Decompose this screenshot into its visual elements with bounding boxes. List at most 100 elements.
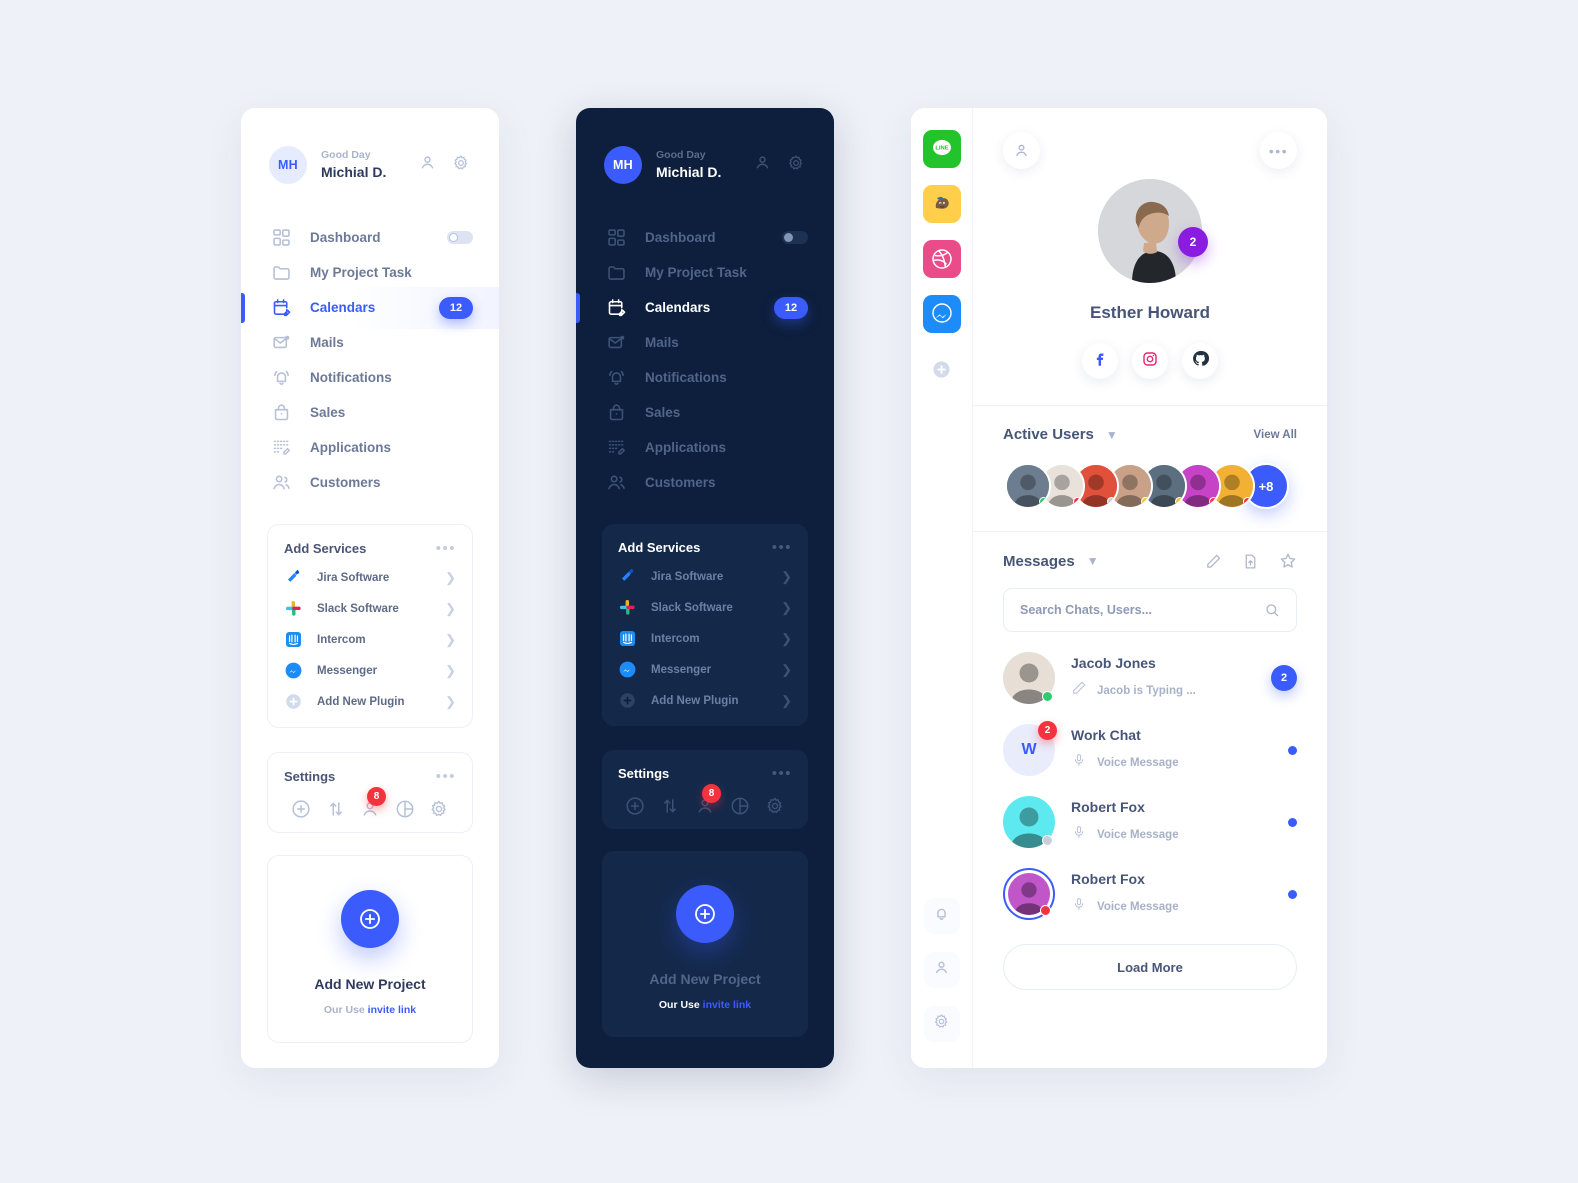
- dashboard-toggle[interactable]: [447, 231, 473, 244]
- rail-app-mailchimp[interactable]: [922, 185, 961, 223]
- settings-gear-icon[interactable]: [428, 798, 450, 820]
- chat-avatar[interactable]: [1003, 796, 1055, 848]
- nav-item-customers[interactable]: Customers: [267, 465, 473, 500]
- chat-list-item[interactable]: W 2 Work Chat Voice Message: [1003, 714, 1297, 786]
- rail-add-app-button[interactable]: [923, 350, 961, 388]
- social-instagram-button[interactable]: [1132, 343, 1168, 379]
- services-more-icon[interactable]: •••: [436, 541, 456, 556]
- nav-item-sales[interactable]: Sales: [267, 395, 473, 430]
- add-project-button[interactable]: [341, 890, 399, 948]
- service-label: Jira Software: [651, 570, 724, 583]
- nav-item-calendars[interactable]: Calendars12: [241, 286, 499, 329]
- apps-edit-icon: [606, 437, 627, 458]
- profile-more-button[interactable]: •••: [1260, 132, 1297, 169]
- bell-icon: [932, 904, 951, 928]
- account-icon[interactable]: [753, 153, 772, 177]
- service-item-jira-software[interactable]: Jira Software ❯: [284, 562, 456, 593]
- add-new-project-card[interactable]: Add New Project Our Use invite link: [267, 855, 473, 1043]
- service-item-intercom[interactable]: Intercom ❯: [284, 624, 456, 655]
- active-user-avatar[interactable]: [1005, 463, 1051, 509]
- rail-gear-button[interactable]: [923, 1006, 960, 1042]
- settings-gear-icon[interactable]: [786, 153, 806, 178]
- person-icon: [1016, 144, 1027, 157]
- status-dot: [1141, 497, 1150, 506]
- social-facebook-button[interactable]: [1082, 343, 1118, 379]
- search-icon[interactable]: [1264, 602, 1280, 618]
- service-item-add-new-plugin[interactable]: Add New Plugin ❯: [284, 686, 456, 717]
- nav-item-calendars[interactable]: Calendars12: [576, 290, 808, 325]
- messages-title: Messages: [1003, 552, 1075, 570]
- nav-item-applications[interactable]: Applications: [267, 430, 473, 465]
- nav-item-my-project-task[interactable]: My Project Task: [602, 255, 808, 290]
- settings-person-icon[interactable]: 8: [359, 787, 386, 820]
- chat-avatar[interactable]: W2: [1003, 721, 1057, 776]
- user-profile-row[interactable]: MH Good Day Michial D.: [602, 134, 808, 184]
- settings-person-icon[interactable]: 8: [694, 784, 721, 817]
- nav-item-mails[interactable]: Mails: [267, 325, 473, 360]
- nav-item-applications[interactable]: Applications: [602, 430, 808, 465]
- settings-more-icon[interactable]: •••: [436, 769, 456, 784]
- chat-avatar[interactable]: [1003, 868, 1055, 920]
- chat-avatar[interactable]: [1003, 652, 1055, 704]
- settings-gear-icon[interactable]: [451, 153, 471, 178]
- nav-item-my-project-task[interactable]: My Project Task: [267, 255, 473, 290]
- service-item-add-new-plugin[interactable]: Add New Plugin ❯: [618, 685, 792, 716]
- view-all-link[interactable]: View All: [1254, 429, 1297, 441]
- settings-gear-icon[interactable]: [764, 795, 786, 817]
- rail-person-button[interactable]: [923, 952, 960, 988]
- services-more-icon[interactable]: •••: [772, 540, 792, 555]
- search-chats-box[interactable]: [1003, 588, 1297, 632]
- service-item-slack-software[interactable]: Slack Software ❯: [284, 593, 456, 624]
- rail-app-dribbble[interactable]: [922, 240, 961, 278]
- account-icon[interactable]: [418, 153, 437, 177]
- chevron-right-icon: ❯: [781, 568, 792, 584]
- invite-link[interactable]: invite link: [703, 999, 751, 1011]
- chat-list-item[interactable]: Robert Fox Voice Message: [1003, 786, 1297, 858]
- rail-app-messenger[interactable]: [922, 295, 961, 333]
- settings-plus-circle-icon[interactable]: [624, 795, 646, 817]
- add-project-button[interactable]: [676, 885, 734, 943]
- nav-item-notifications[interactable]: Notifications: [267, 360, 473, 395]
- nav-list: Dashboard My Project Task Calendars 12 Mails…: [576, 220, 808, 500]
- pencil-icon: [1071, 680, 1087, 701]
- chat-name: Robert Fox: [1071, 799, 1145, 815]
- settings-pie-chart-icon[interactable]: [729, 795, 751, 817]
- settings-sort-arrows-icon[interactable]: [659, 795, 681, 817]
- service-item-jira-software[interactable]: Jira Software ❯: [618, 561, 792, 592]
- chat-list-item[interactable]: Robert Fox Voice Message: [1003, 858, 1297, 930]
- add-new-project-card[interactable]: Add New Project Our Use invite link: [602, 851, 808, 1037]
- service-item-intercom[interactable]: Intercom ❯: [618, 623, 792, 654]
- rail-app-line[interactable]: LINE: [922, 130, 961, 168]
- add-contact-button[interactable]: [1003, 132, 1040, 169]
- file-upload-icon[interactable]: [1242, 553, 1259, 570]
- nav-item-mails[interactable]: Mails: [602, 325, 808, 360]
- nav-item-notifications[interactable]: Notifications: [602, 360, 808, 395]
- service-item-slack-software[interactable]: Slack Software ❯: [618, 592, 792, 623]
- nav-item-dashboard[interactable]: Dashboard: [267, 220, 473, 255]
- social-github-button[interactable]: [1182, 343, 1218, 379]
- nav-item-label: Customers: [645, 475, 716, 490]
- settings-pie-chart-icon[interactable]: [394, 798, 416, 820]
- load-more-button[interactable]: Load More: [1003, 944, 1297, 990]
- user-profile-row[interactable]: MH Good Day Michial D.: [267, 134, 473, 184]
- star-icon[interactable]: [1279, 552, 1297, 570]
- pencil-icon[interactable]: [1205, 553, 1222, 570]
- settings-plus-circle-icon[interactable]: [290, 798, 312, 820]
- service-item-messenger[interactable]: Messenger ❯: [618, 654, 792, 685]
- nav-item-customers[interactable]: Customers: [602, 465, 808, 500]
- settings-more-icon[interactable]: •••: [772, 766, 792, 781]
- chevron-down-icon[interactable]: ▼: [1087, 554, 1099, 568]
- service-item-messenger[interactable]: Messenger ❯: [284, 655, 456, 686]
- dashboard-toggle[interactable]: [782, 231, 808, 244]
- chat-list-item[interactable]: Jacob Jones Jacob is Typing ... 2: [1003, 642, 1297, 714]
- add-services-title: Add Services: [618, 540, 701, 555]
- nav-item-sales[interactable]: Sales: [602, 395, 808, 430]
- settings-sort-arrows-icon[interactable]: [325, 798, 347, 820]
- rail-bell-button[interactable]: [923, 898, 960, 934]
- chevron-down-icon[interactable]: ▼: [1106, 428, 1118, 442]
- search-input[interactable]: [1020, 603, 1254, 617]
- chevron-right-icon: ❯: [781, 630, 792, 646]
- nav-item-dashboard[interactable]: Dashboard: [602, 220, 808, 255]
- invite-link[interactable]: invite link: [368, 1004, 416, 1016]
- slack-icon: [618, 598, 637, 617]
